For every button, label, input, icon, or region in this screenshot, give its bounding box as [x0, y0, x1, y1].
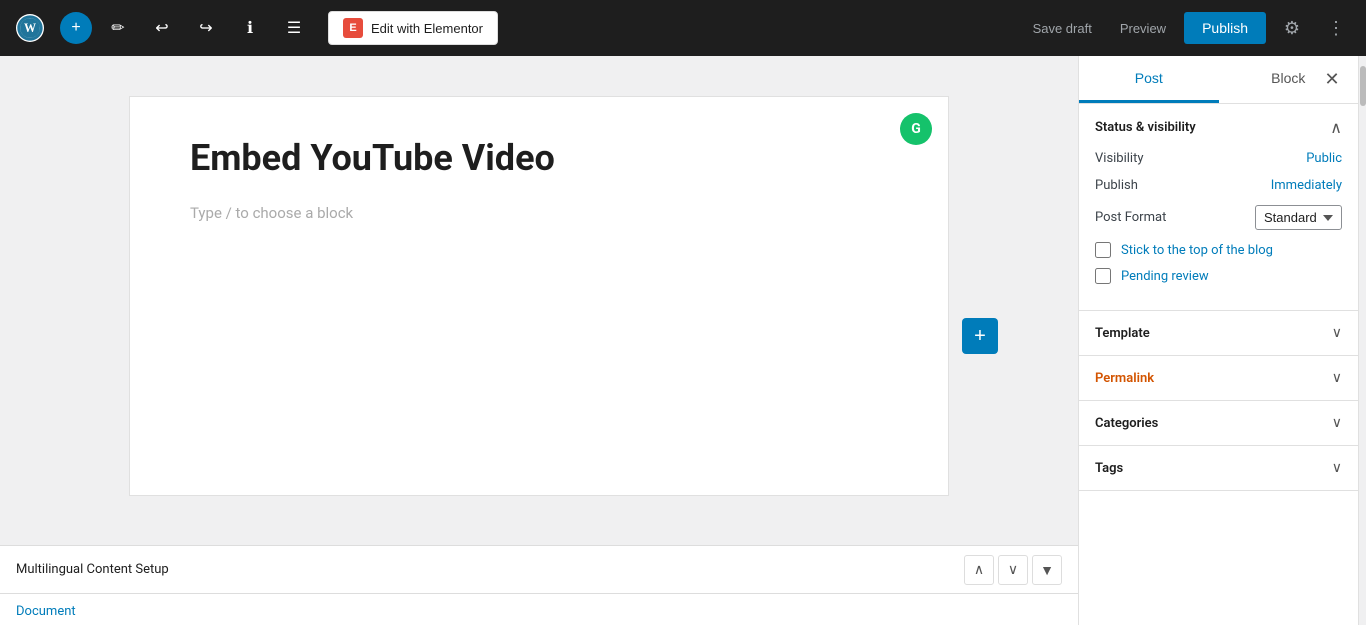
pen-icon: ✏: [111, 18, 124, 38]
permalink-panel: Permalink ∨: [1079, 356, 1358, 401]
elementor-icon: E: [343, 18, 363, 38]
close-icon: ✕: [1324, 69, 1339, 90]
template-title: Template: [1095, 326, 1150, 341]
sidebar-scrollbar-thumb: [1360, 66, 1366, 106]
redo-button[interactable]: ↪: [188, 10, 224, 46]
stick-to-top-checkbox[interactable]: [1095, 242, 1111, 258]
expand-button[interactable]: ▼: [1032, 555, 1062, 585]
visibility-row: Visibility Public: [1095, 151, 1342, 166]
status-visibility-header[interactable]: Status & visibility ∧: [1079, 104, 1358, 151]
info-button[interactable]: ℹ: [232, 10, 268, 46]
toolbar-right: Save draft Preview Publish ⚙ ⋮: [1023, 10, 1354, 46]
plus-inline-icon: +: [974, 326, 986, 346]
template-panel: Template ∨: [1079, 311, 1358, 356]
gear-icon: ⚙: [1284, 18, 1300, 39]
collapse-up-button[interactable]: ∧: [964, 555, 994, 585]
collapse-down-button[interactable]: ∨: [998, 555, 1028, 585]
preview-button[interactable]: Preview: [1110, 15, 1176, 42]
wp-logo: W: [12, 10, 48, 46]
stick-to-top-row: Stick to the top of the blog: [1095, 242, 1342, 258]
visibility-label: Visibility: [1095, 151, 1144, 166]
status-visibility-toggle: ∧: [1330, 118, 1342, 137]
multilingual-label: Multilingual Content Setup: [16, 562, 964, 577]
redo-icon: ↪: [199, 18, 212, 38]
pending-review-label[interactable]: Pending review: [1121, 269, 1209, 284]
sidebar-content: Status & visibility ∧ Visibility Public …: [1079, 104, 1358, 625]
editor-content: G Embed YouTube Video Type / to choose a…: [0, 56, 1078, 545]
publish-row: Publish Immediately: [1095, 178, 1342, 193]
categories-header[interactable]: Categories ∨: [1079, 401, 1358, 445]
plus-icon: +: [71, 19, 80, 37]
main-area: G Embed YouTube Video Type / to choose a…: [0, 56, 1366, 625]
status-visibility-title: Status & visibility: [1095, 120, 1196, 135]
template-chevron: ∨: [1332, 325, 1342, 341]
edit-with-elementor-button[interactable]: E Edit with Elementor: [328, 11, 498, 45]
stick-to-top-label[interactable]: Stick to the top of the blog: [1121, 243, 1273, 258]
settings-button[interactable]: ⚙: [1274, 10, 1310, 46]
sidebar-scrollbar[interactable]: [1358, 56, 1366, 625]
info-icon: ℹ: [247, 18, 253, 38]
template-header[interactable]: Template ∨: [1079, 311, 1358, 355]
list-view-button[interactable]: ☰: [276, 10, 312, 46]
tools-button[interactable]: ✏: [100, 10, 136, 46]
sidebar-tabs: Post Block ✕: [1079, 56, 1358, 104]
expand-icon: ▼: [1040, 562, 1054, 578]
undo-icon: ↩: [155, 18, 168, 38]
editor-inner[interactable]: G Embed YouTube Video Type / to choose a…: [129, 96, 949, 496]
post-format-row: Post Format Standard: [1095, 205, 1342, 230]
add-block-inline-button[interactable]: +: [962, 318, 998, 354]
more-options-button[interactable]: ⋮: [1318, 10, 1354, 46]
add-block-toolbar-button[interactable]: +: [60, 12, 92, 44]
visibility-value[interactable]: Public: [1306, 151, 1342, 166]
pending-review-checkbox[interactable]: [1095, 268, 1111, 284]
bottom-bar: Multilingual Content Setup ∧ ∨ ▼: [0, 545, 1078, 593]
publish-label: Publish: [1095, 178, 1138, 193]
block-placeholder[interactable]: Type / to choose a block: [190, 204, 888, 222]
tab-post[interactable]: Post: [1079, 56, 1219, 103]
ellipsis-icon: ⋮: [1327, 18, 1345, 39]
permalink-header[interactable]: Permalink ∨: [1079, 356, 1358, 400]
status-visibility-body: Visibility Public Publish Immediately Po…: [1079, 151, 1358, 310]
categories-chevron: ∨: [1332, 415, 1342, 431]
post-format-label: Post Format: [1095, 210, 1166, 225]
tags-chevron: ∨: [1332, 460, 1342, 476]
chevron-up-icon: ∧: [974, 561, 984, 578]
tags-title: Tags: [1095, 461, 1123, 476]
svg-text:W: W: [24, 21, 36, 35]
status-visibility-panel: Status & visibility ∧ Visibility Public …: [1079, 104, 1358, 311]
bottom-bar-actions: ∧ ∨ ▼: [964, 555, 1062, 585]
post-format-select[interactable]: Standard: [1255, 205, 1342, 230]
editor-area: G Embed YouTube Video Type / to choose a…: [0, 56, 1078, 625]
chevron-down-icon: ∨: [1008, 561, 1018, 578]
categories-title: Categories: [1095, 416, 1158, 431]
publish-value[interactable]: Immediately: [1271, 178, 1342, 193]
publish-button[interactable]: Publish: [1184, 12, 1266, 44]
post-title[interactable]: Embed YouTube Video: [190, 137, 888, 180]
save-draft-button[interactable]: Save draft: [1023, 15, 1102, 42]
grammarly-icon: G: [900, 113, 932, 145]
sidebar: Post Block ✕ Status & visibility ∧ Visib…: [1078, 56, 1358, 625]
tags-panel: Tags ∨: [1079, 446, 1358, 491]
tags-header[interactable]: Tags ∨: [1079, 446, 1358, 490]
undo-button[interactable]: ↩: [144, 10, 180, 46]
permalink-title: Permalink: [1095, 371, 1154, 386]
toolbar: W + ✏ ↩ ↪ ℹ ☰ E Edit with Elementor Save…: [0, 0, 1366, 56]
pending-review-row: Pending review: [1095, 268, 1342, 284]
sidebar-close-button[interactable]: ✕: [1318, 66, 1346, 94]
list-icon: ☰: [287, 18, 301, 38]
document-link[interactable]: Document: [16, 596, 76, 625]
categories-panel: Categories ∨: [1079, 401, 1358, 446]
permalink-chevron: ∨: [1332, 370, 1342, 386]
